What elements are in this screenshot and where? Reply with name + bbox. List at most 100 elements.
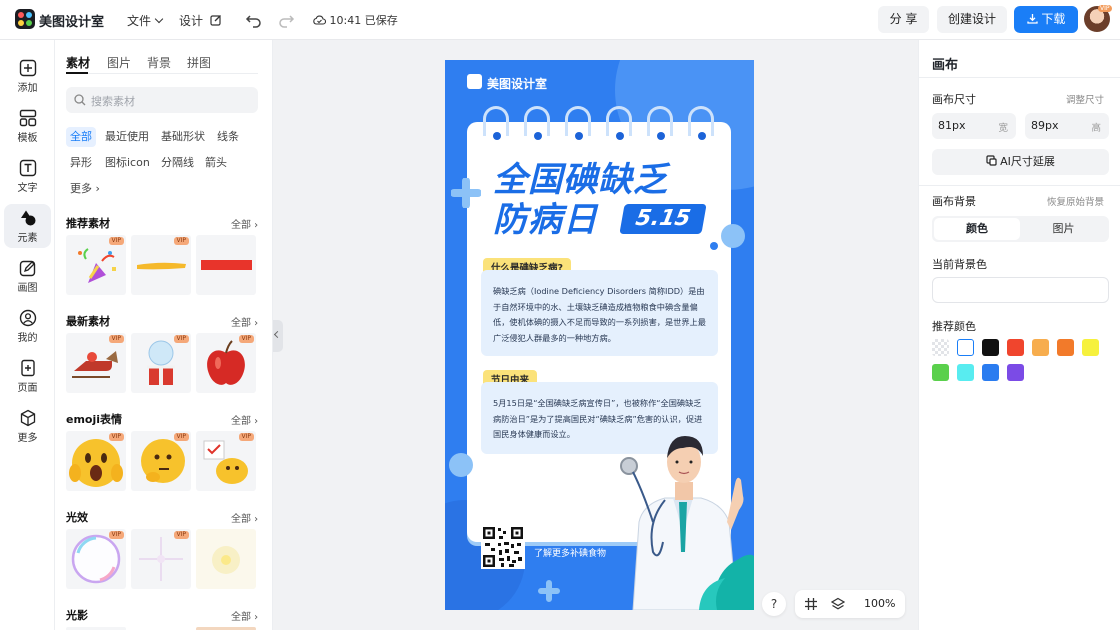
top-bar: 美图设计室 文件 设计 10:41 已保存 分 享 创建设计 下载 VIP	[0, 0, 1120, 40]
rail-item-template[interactable]: 模板	[4, 104, 51, 148]
chip-more[interactable]: 更多 ›	[66, 179, 104, 199]
rail-item-add[interactable]: 添加	[4, 54, 51, 98]
color-swatch[interactable]	[1082, 339, 1099, 356]
section-title-latest: 最新素材	[66, 315, 110, 328]
download-button[interactable]: 下载	[1014, 6, 1078, 33]
chip-irregular[interactable]: 异形	[66, 153, 96, 173]
tab-materials[interactable]: 素材	[66, 54, 90, 71]
all-label: 全部	[231, 318, 251, 329]
design-menu-label: 设计	[179, 14, 204, 28]
rail-item-draw[interactable]: 画图	[4, 254, 51, 298]
color-swatch[interactable]	[982, 364, 999, 381]
rail-item-page[interactable]: 页面	[4, 354, 51, 398]
help-button[interactable]: ?	[762, 592, 786, 616]
asset-thumb-party-popper[interactable]: VIP	[66, 235, 126, 295]
rail-item-text[interactable]: 文字	[4, 154, 51, 198]
asset-thumb-glow[interactable]	[196, 529, 256, 589]
restore-bg-link[interactable]: 恢复原始背景	[1047, 194, 1104, 208]
asset-thumb-bubble[interactable]: VIP	[66, 529, 126, 589]
asset-thumb-emoji-shocked[interactable]: VIP	[66, 431, 126, 491]
tab-backgrounds[interactable]: 背景	[147, 54, 171, 71]
vip-badge: VIP	[108, 531, 124, 539]
collapse-panel-button[interactable]	[273, 320, 283, 352]
notebook-ring-hole	[616, 132, 624, 140]
asset-thumb-apple[interactable]: VIP	[196, 333, 256, 393]
color-swatch[interactable]	[957, 364, 974, 381]
height-field[interactable]: 89px 高	[1025, 113, 1109, 139]
section-all-light-shadow[interactable]: 全部 ›	[231, 608, 258, 623]
all-label: 全部	[231, 612, 251, 623]
height-input[interactable]: 89px	[1031, 119, 1059, 132]
design-canvas[interactable]: 美图设计室 全国碘缺乏 防病日 5.15 什么是碘缺乏病? 碘缺乏病（Iodin…	[445, 60, 754, 610]
tab-images[interactable]: 图片	[107, 54, 131, 71]
adjust-size-link[interactable]: 调整尺寸	[1066, 92, 1104, 106]
rail-item-label: 页面	[17, 383, 38, 394]
ai-extend-button[interactable]: AI尺寸延展	[932, 149, 1109, 175]
rail-item-mine[interactable]: 我的	[4, 304, 51, 348]
chip-basic-shapes[interactable]: 基础形状	[157, 127, 209, 147]
chip-icons[interactable]: 图标icon	[101, 153, 154, 173]
asset-thumb-sparkle[interactable]: VIP	[131, 529, 191, 589]
rail-item-elements[interactable]: 元素	[4, 204, 51, 248]
shapes-icon	[20, 210, 35, 226]
color-swatch[interactable]	[1057, 339, 1074, 356]
color-swatch[interactable]	[932, 364, 949, 381]
current-bg-color-field[interactable]	[932, 277, 1109, 303]
qr-code-graphic	[483, 527, 523, 567]
width-input[interactable]: 81px	[938, 119, 966, 132]
all-label: 全部	[231, 220, 251, 231]
download-label: 下载	[1041, 12, 1066, 26]
vip-badge: VIP	[238, 433, 254, 441]
color-swatch[interactable]	[1032, 339, 1049, 356]
poster-date-badge: 5.15	[619, 204, 707, 234]
seg-color[interactable]: 颜色	[934, 218, 1020, 240]
section-all-latest[interactable]: 全部 ›	[231, 314, 258, 329]
canvas-bg-label: 画布背景	[932, 195, 976, 208]
asset-thumb-emoji-thinking[interactable]: VIP	[131, 431, 191, 491]
asset-thumb-snow-globe[interactable]: VIP	[131, 333, 191, 393]
design-menu[interactable]: 设计	[179, 12, 222, 29]
create-design-button[interactable]: 创建设计	[937, 6, 1007, 33]
chip-lines[interactable]: 线条	[213, 127, 243, 147]
color-swatch[interactable]	[957, 339, 974, 356]
section-all-recommended[interactable]: 全部 ›	[231, 216, 258, 231]
text-icon	[19, 159, 36, 177]
redo-icon[interactable]	[276, 10, 296, 30]
color-swatch[interactable]	[1007, 364, 1024, 381]
undo-icon[interactable]	[244, 10, 264, 30]
app-logo-icon[interactable]	[15, 9, 35, 29]
vip-badge: VIP	[108, 433, 124, 441]
asset-thumb-emoji-chick[interactable]: VIP	[196, 431, 256, 491]
search-input[interactable]: 搜索素材	[91, 93, 135, 109]
search-box[interactable]: 搜索素材	[66, 87, 258, 113]
seg-image[interactable]: 图片	[1020, 218, 1107, 240]
color-swatch[interactable]	[1007, 339, 1024, 356]
section-title-light-effects: 光效	[66, 511, 88, 524]
ai-resize-icon	[986, 155, 997, 166]
layers-icon[interactable]	[831, 597, 845, 611]
rail-item-label: 模板	[17, 133, 38, 144]
rail-item-label: 文字	[17, 183, 38, 194]
chip-all[interactable]: 全部	[66, 127, 96, 147]
chip-dividers[interactable]: 分隔线	[157, 153, 198, 173]
recommend-colors-label: 推荐颜色	[932, 320, 976, 333]
section-all-emoji[interactable]: 全部 ›	[231, 412, 258, 427]
file-menu[interactable]: 文件	[127, 12, 164, 29]
color-swatch[interactable]	[932, 339, 949, 356]
section-all-light-effects[interactable]: 全部 ›	[231, 510, 258, 525]
chip-arrows[interactable]: 箭头	[201, 153, 231, 173]
chip-recent[interactable]: 最近使用	[101, 127, 153, 147]
tab-collage[interactable]: 拼图	[187, 54, 211, 71]
rail-item-more[interactable]: 更多	[4, 404, 51, 448]
width-field[interactable]: 81px 宽	[932, 113, 1016, 139]
divider	[919, 185, 1120, 186]
grid-icon[interactable]	[804, 597, 818, 611]
asset-thumb-yellow-stroke[interactable]: VIP	[131, 235, 191, 295]
avatar-vip-badge: VIP	[1098, 5, 1112, 12]
asset-thumb-red-bar[interactable]	[196, 235, 256, 295]
zoom-level[interactable]: 100%	[864, 597, 895, 610]
share-button[interactable]: 分 享	[878, 6, 929, 33]
chevron-down-icon	[154, 14, 164, 24]
color-swatch[interactable]	[982, 339, 999, 356]
asset-thumb-sleigh[interactable]: VIP	[66, 333, 126, 393]
